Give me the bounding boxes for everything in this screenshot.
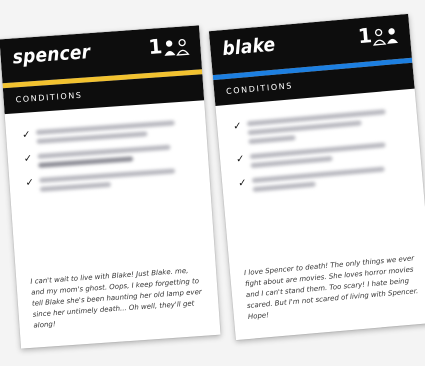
checkmark-icon: ✓ [25, 177, 35, 189]
profile-name: spencer [11, 41, 91, 69]
condition-item: ✓ [23, 143, 197, 169]
checkmark-icon: ✓ [237, 177, 248, 190]
person-outline-icon [176, 38, 190, 56]
people-icon [164, 38, 190, 56]
profile-card-blake: blake 1 CONDITIONS ✓ ✓ ✓ I love Spencer … [208, 13, 425, 341]
condition-item: ✓ [22, 119, 195, 145]
person-outline-icon [373, 28, 387, 46]
person-filled-icon [387, 28, 399, 44]
condition-item: ✓ [233, 108, 406, 146]
condition-item: ✓ [25, 167, 198, 193]
profile-name: blake [221, 33, 277, 61]
person-filled-icon [164, 40, 176, 56]
people-icon [373, 28, 399, 46]
condition-item: ✓ [238, 164, 411, 193]
checkmark-icon: ✓ [21, 129, 31, 141]
profile-quote: I can't wait to live with Blake! Just Bl… [30, 266, 203, 330]
profile-card-spencer: spencer 1 CONDITIONS ✓ ✓ ✓ I can't wait … [0, 25, 221, 349]
checkmark-icon: ✓ [232, 120, 243, 133]
condition-item: ✓ [236, 140, 409, 169]
conditions-list: ✓ ✓ ✓ [215, 89, 422, 195]
conditions-list: ✓ ✓ ✓ [5, 100, 210, 194]
checkmark-icon: ✓ [235, 153, 246, 166]
profile-quote: I love Spencer to death! The only things… [243, 254, 419, 321]
checkmark-icon: ✓ [23, 153, 33, 165]
